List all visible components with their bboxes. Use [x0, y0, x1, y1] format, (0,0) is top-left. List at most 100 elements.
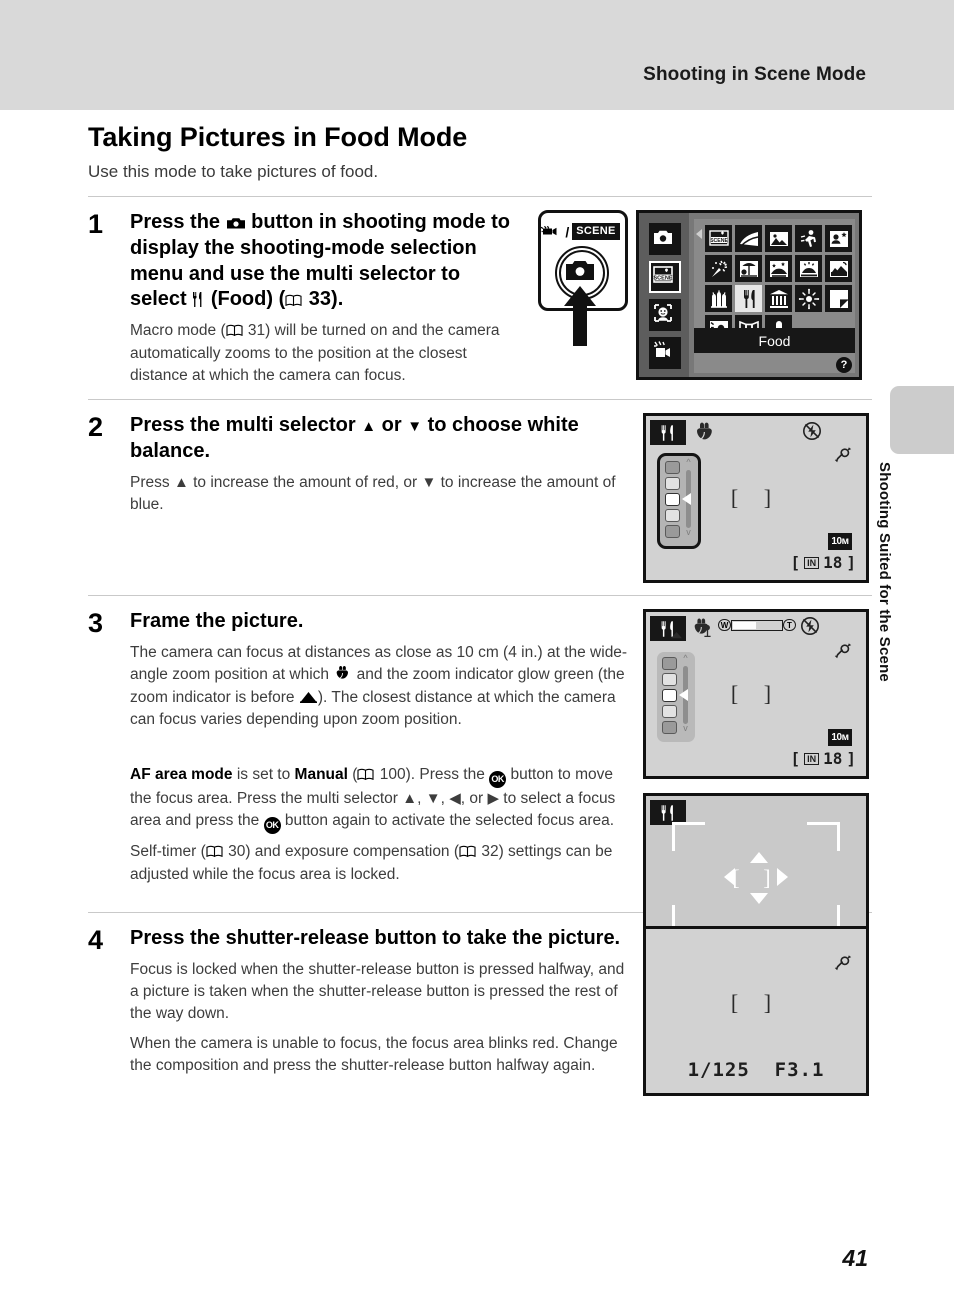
focus-area-brackets: [ ] — [730, 989, 782, 1015]
step-2-note-b: to increase the amount of red, or — [188, 473, 422, 491]
macro-flower-icon — [693, 422, 715, 442]
wb-level-3-selected[interactable] — [662, 689, 677, 703]
night-portrait-icon[interactable] — [825, 225, 852, 252]
wb-chevron-down-icon: v — [686, 527, 691, 538]
wb-level-3-selected[interactable] — [665, 493, 680, 507]
night-landscape-icon[interactable] — [705, 285, 732, 312]
press-up-arrow-icon — [560, 286, 600, 346]
close-up-food-icon[interactable] — [735, 285, 762, 312]
dusk-dawn-icon[interactable] — [825, 255, 852, 282]
flash-off-icon — [802, 421, 822, 441]
camera-button-icon — [226, 212, 246, 229]
focus-area-brackets: [ ] — [730, 681, 782, 707]
zoom-mountain-marker-icon — [670, 626, 683, 639]
svg-text:SCENE: SCENE — [653, 276, 673, 282]
step-4-figures: [ ] 1/125 F3.1 — [640, 926, 872, 1097]
page-intro: Use this mode to take pictures of food. — [88, 162, 379, 181]
wb-level-1[interactable] — [665, 461, 680, 475]
shutter-speed-value: 1/125 — [687, 1059, 750, 1082]
scene-menu-caption: Food — [694, 328, 855, 353]
white-balance-slider[interactable]: ^ v — [657, 453, 701, 550]
reference-book-icon — [226, 324, 243, 337]
scene-mode-icon[interactable]: SCENE — [649, 261, 681, 293]
step-4-note-2: When the camera is unable to focus, the … — [130, 1034, 618, 1075]
movie-mode-icon[interactable] — [649, 337, 681, 369]
wb-level-4[interactable] — [662, 705, 677, 719]
portrait-icon[interactable] — [735, 225, 762, 252]
sports-icon[interactable] — [795, 225, 822, 252]
zoom-indicator-bar[interactable]: W T — [718, 618, 796, 632]
page-content: Taking Pictures in Food Mode Use this mo… — [88, 122, 872, 1108]
step-1-text-c: (Food) ( — [205, 288, 286, 311]
chapter-tab-label: Shooting Suited for the Scene — [876, 462, 893, 682]
step-4: 4 Press the shutter-release button to ta… — [88, 913, 872, 1108]
zoom-tele-label: T — [783, 619, 796, 632]
step-2-instruction: Press the multi selector ▲ or ▼ to choos… — [130, 413, 630, 465]
aperture-value: F3.1 — [774, 1059, 825, 1082]
step-3-note: The camera can focus at distances as clo… — [130, 642, 630, 731]
wb-level-2[interactable] — [662, 673, 677, 687]
help-badge-icon[interactable]: ? — [836, 357, 852, 373]
vibration-reduction-icon — [833, 643, 853, 660]
camera-button-illustration: / SCENE — [532, 210, 628, 348]
food-mode-icon — [192, 290, 205, 308]
bracket-close: ] — [846, 553, 856, 573]
scene-auto-selector-icon[interactable]: SCENE — [705, 225, 732, 252]
scene-icon-grid[interactable]: SCENE — [705, 225, 852, 342]
scene-menu-caption-text: Food — [758, 332, 791, 349]
af-note-h: , — [440, 790, 450, 808]
flash-off-icon — [800, 616, 820, 636]
chevron-left-icon — [696, 229, 702, 239]
step-2-text-b: or — [376, 414, 408, 437]
page-title: Taking Pictures in Food Mode — [88, 122, 468, 152]
scene-menu-screen[interactable]: SCENE SCENE Food ? — [636, 210, 862, 380]
wb-knob-indicator[interactable] — [682, 493, 691, 506]
step-2-text-a: Press the multi selector — [130, 414, 362, 437]
wb-level-2[interactable] — [665, 477, 680, 491]
arrow-left-icon: ◀ — [449, 790, 461, 808]
step-1-body: Press the button in shooting mode to dis… — [130, 210, 532, 387]
lcd-white-balance-screen[interactable]: ^ v [ ] 10м [ IN 18 ] — [643, 413, 869, 584]
bracket-open: [ — [790, 553, 801, 573]
copy-icon[interactable] — [825, 285, 852, 312]
arrow-down-icon: ▼ — [407, 418, 423, 436]
arrow-down-icon: ▼ — [425, 790, 441, 808]
party-indoor-icon[interactable] — [705, 255, 732, 282]
wb-level-5[interactable] — [665, 525, 680, 539]
step-2-figures: ^ v [ ] 10м [ IN 18 ] — [640, 413, 872, 584]
sunset-icon[interactable] — [795, 255, 822, 282]
beach-icon[interactable] — [735, 255, 762, 282]
chapter-tab-block — [890, 386, 954, 454]
macro-flower-icon — [333, 666, 352, 681]
lcd-zoom-indicator-screen[interactable]: W T ^ v [] 10м [IN 18] — [643, 609, 869, 780]
wb-knob-indicator[interactable] — [679, 689, 688, 702]
selftimer-note-a: Self-timer ( — [130, 843, 206, 861]
reference-book-icon — [357, 768, 374, 781]
smart-portrait-icon[interactable] — [649, 299, 681, 331]
wb-level-5[interactable] — [662, 721, 677, 735]
zoom-track[interactable] — [731, 619, 783, 631]
image-size-badge: 10м — [828, 729, 852, 747]
fireworks-icon[interactable] — [795, 285, 822, 312]
lcd-exposure-screen[interactable]: [ ] 1/125 F3.1 — [643, 926, 869, 1097]
svg-text:SCENE: SCENE — [710, 237, 728, 243]
wb-level-4[interactable] — [665, 509, 680, 523]
af-note-e: 100). Press the — [375, 766, 490, 784]
image-size-badge: 10м — [828, 533, 852, 551]
auto-mode-icon[interactable] — [649, 223, 681, 255]
wb-level-1[interactable] — [662, 657, 677, 671]
step-1-text-d: 33). — [303, 288, 344, 311]
af-note-i: , or — [460, 790, 488, 808]
white-balance-slider[interactable]: ^ v — [657, 652, 695, 743]
mode-column: SCENE — [639, 213, 689, 377]
wb-chevron-down-icon: v — [683, 723, 688, 734]
wide-angle-mountain-icon — [299, 688, 318, 703]
landscape-icon[interactable] — [765, 225, 792, 252]
museum-icon[interactable] — [765, 285, 792, 312]
snow-icon[interactable] — [765, 255, 792, 282]
reference-book-icon — [459, 845, 476, 858]
step-3-af-note: AF area mode is set to Manual ( 100). Pr… — [130, 764, 630, 835]
spacer-column — [640, 757, 872, 886]
af-area-mode-term: AF area mode — [130, 766, 233, 784]
af-note-g: , — [417, 790, 426, 808]
